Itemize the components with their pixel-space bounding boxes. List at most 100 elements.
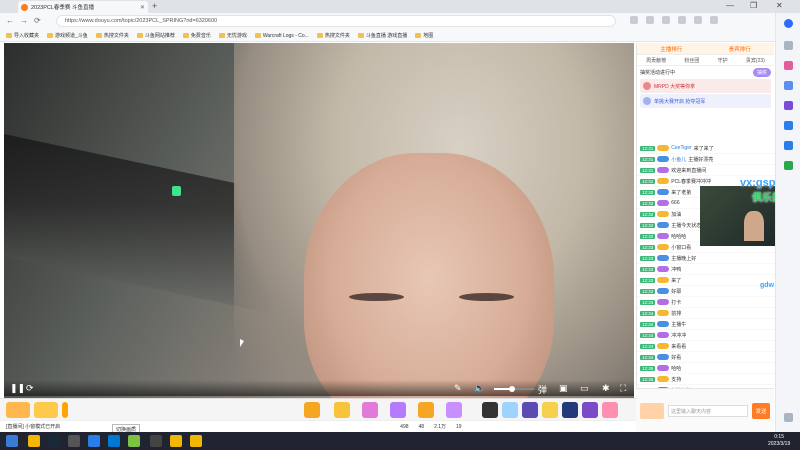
- tree-icon[interactable]: [784, 161, 793, 170]
- gift-item[interactable]: [482, 402, 498, 418]
- gift-item[interactable]: [602, 402, 618, 418]
- refresh-button[interactable]: ⟳: [26, 383, 34, 394]
- more-icon[interactable]: [710, 16, 718, 24]
- chat-message[interactable]: 12:33 主播晚上好: [637, 253, 775, 264]
- shopping-icon[interactable]: [784, 61, 793, 70]
- bookmark-item[interactable]: Warcraft Logs - Co...: [254, 33, 309, 39]
- favorites-icon[interactable]: [646, 16, 654, 24]
- games-icon[interactable]: [784, 101, 793, 110]
- bookmark-item[interactable]: 斗鱼直播 游戏直播: [357, 32, 407, 39]
- app-icon[interactable]: [128, 435, 140, 447]
- maximize-button[interactable]: ❐: [750, 1, 757, 10]
- search-icon[interactable]: [784, 41, 793, 50]
- message-user[interactable]: 小鱼儿: [671, 156, 686, 163]
- chat-message[interactable]: 12:35 哈哈: [637, 363, 775, 374]
- minimize-button[interactable]: —: [726, 1, 734, 10]
- chat-input[interactable]: 这里输入聊天内容: [668, 405, 748, 417]
- outlook-icon[interactable]: [784, 121, 793, 130]
- chat-message[interactable]: 12:35 支持: [637, 374, 775, 385]
- tab-fan-club[interactable]: 粉丝团: [684, 57, 699, 64]
- send-button[interactable]: 发送: [752, 403, 770, 419]
- close-window-button[interactable]: ✕: [776, 1, 783, 10]
- lottery-button[interactable]: 抽奖: [752, 67, 771, 77]
- bookmark-item[interactable]: 热搜文件夹: [316, 32, 350, 39]
- video-player[interactable]: 斗鱼: [4, 43, 634, 398]
- gift-item[interactable]: [542, 402, 558, 418]
- new-tab-button[interactable]: +: [152, 1, 157, 11]
- chat-message[interactable]: 12:34 冲冲冲: [637, 330, 775, 341]
- volume-icon[interactable]: 🔈: [474, 383, 485, 394]
- browser-tab[interactable]: 2023PCL春季赛 斗鱼直播 ✕: [18, 1, 148, 13]
- gift-item[interactable]: [446, 402, 462, 418]
- event-banner[interactable]: MRPD 大奖等你拿: [640, 79, 771, 93]
- gift-item[interactable]: [390, 402, 406, 418]
- edge-icon[interactable]: [88, 435, 100, 447]
- bookmark-item[interactable]: 斗鱼网站推荐: [136, 32, 175, 39]
- fan-badge-button[interactable]: [34, 402, 58, 418]
- app-icon[interactable]: [108, 435, 120, 447]
- drop-icon[interactable]: [784, 141, 793, 150]
- close-tab-icon[interactable]: ✕: [140, 4, 145, 11]
- chat-message[interactable]: 12:34 好看: [637, 352, 775, 363]
- back-icon[interactable]: ←: [6, 16, 14, 25]
- chat-message[interactable]: 12:34 主播牛: [637, 319, 775, 330]
- gift-item[interactable]: [304, 402, 320, 418]
- bookmark-item[interactable]: 游戏频道_斗鱼: [47, 32, 88, 39]
- chat-message[interactable]: 12:34 来看看: [637, 341, 775, 352]
- app-icon[interactable]: [170, 435, 182, 447]
- bookmark-item[interactable]: 免费音乐: [182, 32, 211, 39]
- chat-message[interactable]: 12:33 打卡: [637, 297, 775, 308]
- app-icon[interactable]: [190, 435, 202, 447]
- chat-message[interactable]: 12:33 冲鸭: [637, 264, 775, 275]
- gift-item[interactable]: [502, 402, 518, 418]
- tab-weekly[interactable]: 周贡献榜: [646, 57, 666, 64]
- danmaku-toggle[interactable]: 弹: [538, 383, 547, 396]
- picture-in-picture-icon[interactable]: ▣: [559, 383, 568, 394]
- bookmark-item[interactable]: 地图: [415, 32, 433, 39]
- volume-knob[interactable]: [509, 386, 515, 392]
- tools-icon[interactable]: [784, 81, 793, 90]
- url-input[interactable]: https://www.douyu.com/topic/2023PCL_SPRI…: [56, 15, 616, 27]
- tab-vip[interactable]: 贵宾(23): [746, 57, 765, 64]
- steam-icon[interactable]: [48, 435, 60, 447]
- chat-message[interactable]: 12:34 前排: [637, 308, 775, 319]
- chat-message[interactable]: 12:31 CeeTiger 来了来了: [637, 143, 775, 154]
- gift-item[interactable]: [362, 402, 378, 418]
- tab-vip-rank[interactable]: 贵宾排行: [729, 45, 751, 53]
- start-icon[interactable]: [6, 435, 18, 447]
- sidebar-settings-icon[interactable]: [784, 413, 793, 422]
- volume-slider[interactable]: [494, 386, 534, 392]
- gift-item[interactable]: [562, 402, 578, 418]
- app-icon[interactable]: [150, 435, 162, 447]
- bookmark-item[interactable]: 导入收藏夹: [6, 32, 39, 39]
- chat-message[interactable]: 12:31 欢迎来到直播间: [637, 165, 775, 176]
- fullscreen-button[interactable]: ⛶: [620, 383, 626, 394]
- bookmark-item[interactable]: 热搜文件夹: [95, 32, 129, 39]
- collections-icon[interactable]: [678, 16, 686, 24]
- chat-message[interactable]: 12:33 好耶: [637, 286, 775, 297]
- system-clock[interactable]: 0:15 2023/3/19: [768, 434, 790, 448]
- message-user[interactable]: CeeTiger: [671, 145, 691, 151]
- follow-button[interactable]: [6, 402, 30, 418]
- gift-item[interactable]: [418, 402, 434, 418]
- gift-item[interactable]: [522, 402, 538, 418]
- settings-icon[interactable]: ✱: [602, 383, 610, 394]
- tab-streamer-rank[interactable]: 主播排行: [660, 45, 682, 53]
- bookmark-item[interactable]: 无忧游戏: [218, 32, 247, 39]
- chat-message[interactable]: 12:33 来了: [637, 275, 775, 286]
- gift-item[interactable]: [334, 402, 350, 418]
- gift-item[interactable]: [582, 402, 598, 418]
- chat-message[interactable]: 12:31 小鱼儿 主播好漂亮: [637, 154, 775, 165]
- theater-mode-icon[interactable]: ▭: [580, 383, 589, 394]
- copilot-icon[interactable]: [784, 19, 793, 28]
- extension-icon[interactable]: [630, 16, 638, 24]
- forward-icon[interactable]: →: [20, 16, 28, 25]
- edit-icon[interactable]: ✎: [454, 383, 462, 394]
- app-icon[interactable]: [28, 435, 40, 447]
- tab-guard[interactable]: 守护: [718, 57, 728, 64]
- pause-button[interactable]: ❚❚: [10, 383, 25, 394]
- profile-icon[interactable]: [694, 16, 702, 24]
- split-screen-icon[interactable]: [662, 16, 670, 24]
- reload-icon[interactable]: ⟳: [34, 16, 41, 25]
- app-icon[interactable]: [68, 435, 80, 447]
